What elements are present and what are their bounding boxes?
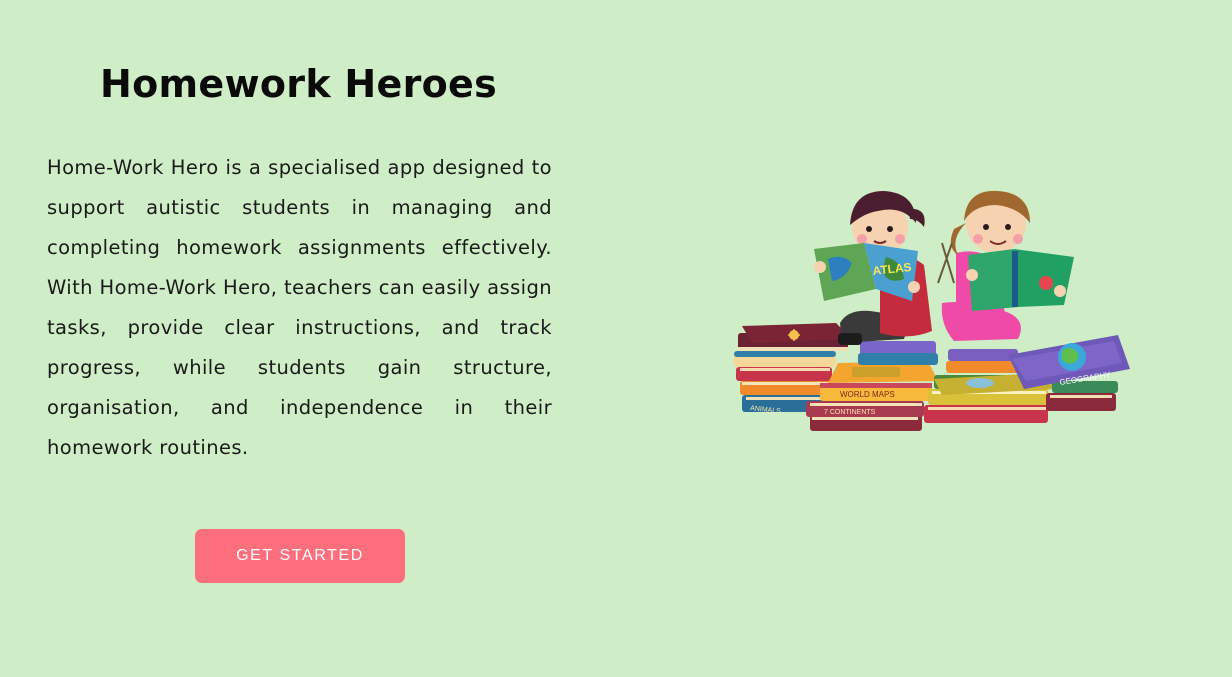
landing-page: Homework Heroes Home-Work Hero is a spec… bbox=[0, 0, 1232, 677]
get-started-button[interactable]: GET STARTED bbox=[195, 529, 405, 583]
book-label-world-maps: WORLD MAPS bbox=[840, 390, 895, 399]
page-title: Homework Heroes bbox=[100, 62, 498, 106]
right-book-pile: GEOGRAPHY bbox=[924, 335, 1130, 423]
girl-reading-green-book bbox=[937, 190, 1074, 341]
hero-description: Home-Work Hero is a specialised app desi… bbox=[47, 156, 552, 459]
book-label-continents: 7 CONTINENTS bbox=[824, 409, 876, 416]
kids-reading-books-illustration: ANIMALS 7 CONTINENTS WORLD MAPS GEOGRAPH… bbox=[734, 190, 1130, 431]
girl-reading-atlas: ATLAS bbox=[814, 191, 932, 345]
